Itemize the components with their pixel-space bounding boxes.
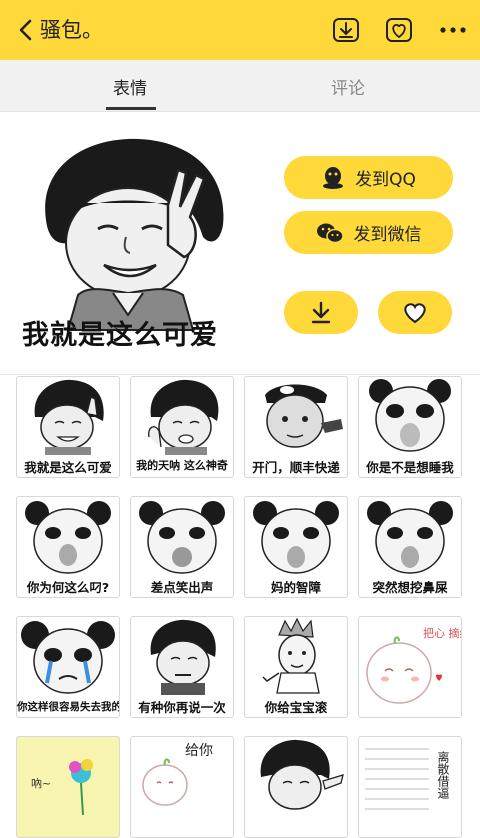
sticker-thumbnail: 给你 — [142, 743, 213, 806]
sticker-caption: 你为何这么叼? — [26, 580, 110, 595]
sticker-handwriting: 离散借逼 — [436, 750, 450, 799]
top-bar: 骚包。 — [0, 0, 480, 60]
sticker-thumbnail — [253, 501, 339, 574]
sticker-item[interactable]: 突然想挖鼻屎 — [358, 496, 462, 598]
sticker-item[interactable]: 我的天呐 这么神奇 — [130, 376, 234, 478]
sticker-thumbnail — [369, 379, 451, 452]
sticker-item[interactable]: 你是不是想睡我 — [358, 376, 462, 478]
sticker-thumbnail — [21, 621, 115, 694]
sticker-item[interactable]: 给你 — [130, 736, 234, 838]
tab-bar: 表情 评论 — [0, 60, 480, 112]
download-icon — [311, 301, 331, 323]
send-to-qq-label: 发到QQ — [355, 170, 416, 190]
page-title: 骚包。 — [40, 18, 103, 42]
favorite-button[interactable] — [378, 291, 452, 334]
sticker-thumbnail — [139, 501, 225, 574]
sticker-item[interactable]: 开门，顺丰快递 — [244, 376, 348, 478]
sticker-item[interactable]: 我就是这么可爱 — [16, 376, 120, 478]
sticker-item[interactable] — [244, 736, 348, 838]
more-dots-icon[interactable] — [438, 16, 468, 44]
sticker-grid: 我就是这么可爱 我的天呐 这么神奇 开门，顺丰快递 你是不是想睡我 你为何这么叼… — [0, 376, 480, 838]
sticker-item[interactable]: 吶~ — [16, 736, 120, 838]
tab-comments[interactable]: 评论 — [331, 74, 365, 99]
sticker-preview: 我就是这么可爱 发到QQ 发到微信 — [0, 113, 480, 375]
favorite-box-icon[interactable] — [384, 16, 414, 44]
sticker-thumbnail: 吶~ — [31, 759, 93, 815]
sticker-caption: 我就是这么可爱 — [24, 460, 112, 475]
sticker-caption: 你是不是想睡我 — [366, 460, 454, 475]
send-to-qq-button[interactable]: 发到QQ — [284, 156, 453, 199]
sticker-item[interactable]: 你这样很容易失去我的 — [16, 616, 120, 718]
sticker-item[interactable]: 你为何这么叼? — [16, 496, 120, 598]
preview-caption: 我就是这么可爱 — [22, 320, 218, 351]
sticker-thumbnail — [25, 501, 111, 574]
sticker-handwriting: 把心 摘给 你 — [423, 626, 461, 640]
download-button[interactable] — [284, 291, 358, 334]
sticker-thumbnail: 离散借逼 — [365, 748, 450, 810]
sticker-thumbnail — [260, 739, 344, 810]
sticker-thumbnail — [34, 379, 104, 455]
sticker-caption: 差点笑出声 — [150, 580, 214, 595]
wechat-icon — [316, 223, 344, 243]
sticker-item[interactable]: 离散借逼 — [358, 736, 462, 838]
sticker-thumbnail — [262, 617, 320, 694]
back-arrow-icon[interactable] — [14, 17, 40, 43]
sticker-thumbnail: 把心 摘给 你 — [366, 626, 461, 704]
sticker-caption: 你给宝宝滚 — [264, 700, 328, 715]
tab-expressions[interactable]: 表情 — [113, 74, 147, 99]
download-box-icon[interactable] — [331, 16, 361, 44]
sticker-caption: 你这样很容易失去我的 — [17, 701, 120, 713]
tab-active-indicator — [106, 107, 156, 110]
sticker-handwriting: 给你 — [185, 743, 213, 759]
send-to-wechat-label: 发到微信 — [353, 225, 422, 245]
sticker-caption: 我的天呐 这么神奇 — [136, 459, 228, 472]
sticker-item[interactable]: 把心 摘给 你 — [358, 616, 462, 718]
sticker-caption: 开门，顺丰快递 — [252, 460, 340, 475]
sticker-item[interactable]: 妈的智障 — [244, 496, 348, 598]
qq-icon — [323, 166, 344, 189]
sticker-item[interactable]: 你给宝宝滚 — [244, 616, 348, 718]
sticker-caption: 有种你再说一次 — [138, 700, 226, 715]
sticker-thumbnail — [265, 384, 343, 448]
sticker-thumbnail — [148, 379, 219, 455]
sticker-caption: 突然想挖鼻屎 — [372, 580, 448, 595]
sticker-thumbnail — [367, 501, 453, 574]
send-to-wechat-button[interactable]: 发到微信 — [284, 211, 453, 254]
sticker-thumbnail — [150, 619, 216, 695]
sticker-item[interactable]: 差点笑出声 — [130, 496, 234, 598]
sticker-caption: 妈的智障 — [270, 580, 321, 595]
heart-icon — [404, 302, 426, 323]
sticker-item[interactable]: 有种你再说一次 — [130, 616, 234, 718]
sticker-handwriting: 吶~ — [31, 777, 51, 790]
